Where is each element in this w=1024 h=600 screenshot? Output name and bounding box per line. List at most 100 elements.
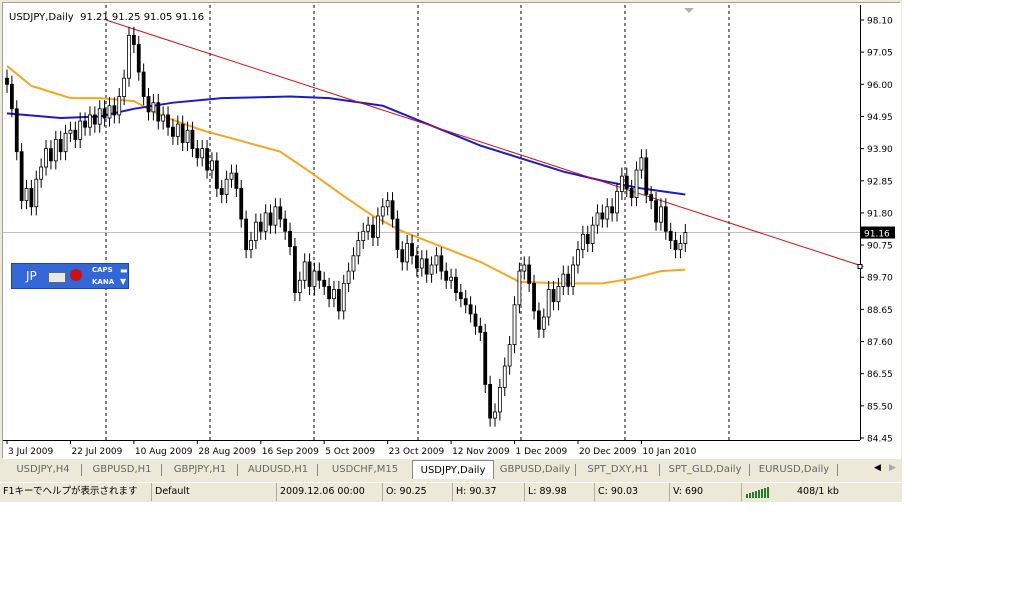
candle-body (639, 157, 644, 171)
chart-symbol: USDJPY,Daily (9, 12, 74, 23)
candle-body (473, 313, 478, 327)
price-tick-label: 84.45 (867, 435, 893, 445)
candle-body (249, 240, 253, 251)
candle-body (454, 276, 458, 293)
candle-body (419, 258, 424, 269)
candle-body (434, 255, 439, 266)
status-traffic: 408/1 kb (797, 486, 839, 497)
candle-body (312, 270, 317, 287)
candle-body (463, 298, 468, 306)
terminal-window: 98.10 97.05 96.00 94.95 93.90 92.85 91.80 90.75… (0, 0, 902, 502)
scroll-left-icon[interactable]: ◀ (874, 463, 881, 473)
keyboard-icon[interactable] (48, 272, 66, 283)
chart-title: USDJPY,Daily 91.21 91.25 91.05 91.16 (9, 12, 204, 23)
price-tick-label: 88.65 (867, 306, 893, 316)
candle-body (34, 178, 39, 208)
candle-body (268, 212, 273, 226)
price-tick-label: 86.55 (867, 370, 893, 380)
price-chart[interactable]: 98.10 97.05 96.00 94.95 93.90 92.85 91.80 90.75… (3, 3, 901, 459)
time-tick-label: 12 Nov 2009 (452, 447, 510, 457)
status-profile[interactable]: Default (152, 483, 277, 501)
candle-body (24, 188, 29, 202)
candle-body (424, 258, 429, 275)
minimize-icon[interactable]: ▬ (120, 266, 128, 275)
options-arrow-icon[interactable]: ▼ (120, 277, 126, 286)
candle-body (224, 178, 229, 195)
ime-language-bar[interactable]: JP CAPS KANA ▬ ▼ (11, 263, 129, 289)
chart-window[interactable]: 98.10 97.05 96.00 94.95 93.90 92.85 91.80 90.75… (2, 2, 901, 459)
candle-body (258, 221, 263, 232)
candle-body (488, 384, 493, 419)
current-price-label: 91.16 (864, 230, 890, 240)
candle-body (546, 289, 551, 318)
price-tick-label: 87.60 (867, 338, 893, 348)
candle-body (136, 44, 141, 73)
price-tick-label: 97.05 (867, 49, 893, 59)
candle-body (522, 264, 527, 272)
candle-body (595, 212, 600, 226)
candle-body (532, 282, 536, 312)
candle-body (180, 123, 185, 143)
candle-body (634, 169, 639, 199)
scroll-right-icon[interactable]: ▶ (889, 463, 896, 473)
tab-separator (837, 464, 838, 476)
status-high: H: 90.37 (453, 483, 525, 501)
tab-usdjpy-h4[interactable]: USDJPY,H4 (4, 462, 82, 478)
candle-body (444, 270, 449, 281)
tab-gbpjpy-h1[interactable]: GBPJPY,H1 (162, 462, 238, 478)
candle-body (171, 126, 175, 137)
candle-body (210, 160, 214, 171)
candle-body (527, 264, 532, 284)
candle-body (644, 157, 649, 195)
tab-spt-dxy-h1[interactable]: SPT_DXY,H1 (576, 462, 660, 478)
candle-body (327, 286, 331, 300)
tab-usdchf-m15[interactable]: USDCHF,M15 (318, 462, 412, 478)
tab-spt-gld-daily[interactable]: SPT_GLD,Daily (660, 462, 750, 478)
candle-body (166, 114, 170, 128)
tab-gbpusd-daily[interactable]: GBPUSD,Daily (494, 462, 576, 478)
status-help: F1キーでヘルプが表示されます (0, 483, 152, 501)
candle-body (107, 105, 112, 119)
candle-body (195, 148, 200, 159)
candle-body (83, 120, 87, 128)
tab-usdjpy-daily[interactable]: USDJPY,Daily (412, 460, 494, 479)
candle-body (410, 243, 414, 257)
candle-body (117, 96, 122, 116)
candle-body (502, 365, 507, 388)
status-volume: V: 690 (670, 483, 742, 501)
candle-body (78, 120, 83, 140)
candle-body (68, 129, 73, 134)
candle-body (190, 129, 195, 150)
price-tick-label: 92.85 (867, 177, 893, 187)
candle-body (561, 273, 566, 287)
candle-body (219, 188, 224, 195)
candle-body (97, 108, 102, 125)
ime-language[interactable]: JP (26, 269, 37, 283)
candle-body (400, 249, 405, 263)
tab-gbpusd-h1[interactable]: GBPUSD,H1 (82, 462, 162, 478)
time-tick-label: 1 Dec 2009 (516, 447, 568, 457)
candle-body (507, 344, 512, 367)
candle-body (297, 279, 302, 293)
candle-body (253, 221, 258, 241)
candle-body (151, 102, 156, 113)
candle-body (49, 148, 53, 162)
candle-body (624, 175, 629, 189)
chart-tabs: USDJPY,H4 GBPUSD,H1 GBPJPY,H1 AUDUSD,H1 USDC… (2, 460, 900, 479)
candle-body (649, 194, 654, 202)
candle-body (663, 206, 668, 232)
tab-eurusd-daily[interactable]: EURUSD,Daily (750, 462, 838, 478)
candle-body (610, 206, 615, 214)
tab-audusd-h1[interactable]: AUDUSD,H1 (238, 462, 318, 478)
candle-body (229, 172, 234, 180)
candle-body (541, 316, 546, 330)
chart-ohlc: 91.21 91.25 91.05 91.16 (80, 12, 205, 23)
candle-body (629, 188, 634, 199)
candle-body (200, 148, 205, 159)
candle-body (88, 114, 92, 128)
candle-body (239, 188, 244, 220)
candle-body (571, 264, 575, 287)
ime-pad-icon[interactable] (70, 269, 82, 281)
candle-body (102, 108, 107, 119)
candle-body (351, 255, 356, 272)
